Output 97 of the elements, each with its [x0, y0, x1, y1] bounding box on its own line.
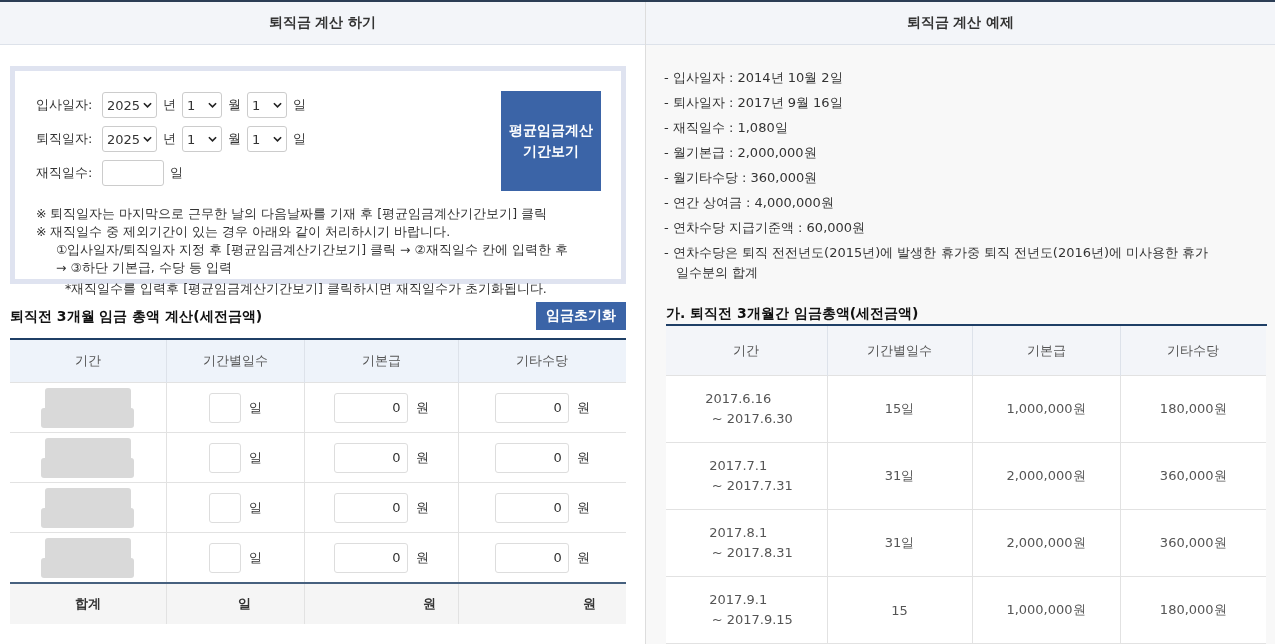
unit-label: 일 — [293, 130, 306, 148]
days-input[interactable] — [208, 442, 241, 473]
caret-icon — [208, 136, 217, 142]
days-input[interactable] — [208, 542, 241, 573]
unit-label: 원 — [415, 448, 429, 467]
unit-label: 일 — [248, 498, 262, 517]
period-text: 2017.6.16 — [705, 390, 772, 408]
year-select[interactable]: 2025 — [102, 126, 157, 152]
amount-input[interactable]: 0 — [494, 442, 569, 473]
column-header: 기간 — [666, 326, 827, 376]
unit-label: 원 — [415, 498, 429, 517]
caret-icon — [143, 102, 152, 108]
unit-label: 일 — [237, 596, 251, 611]
period-text: 2017.9.1 — [709, 591, 768, 609]
panel-title: 퇴직금 계산 하기 — [268, 14, 377, 32]
note-text: ①입사일자/퇴직일자 지정 후 [평균임금계산기간보기] 클릭 → ②재직일수 칸에 입력한 후 — [55, 241, 569, 259]
unit-label: 원 — [576, 398, 590, 417]
unit-label: 일 — [248, 548, 262, 567]
table-cell: 180,000원 — [1159, 401, 1227, 416]
unit-label: 월 — [228, 96, 241, 114]
field-label: 입사일자: — [36, 96, 94, 114]
unit-label: 년 — [163, 96, 176, 114]
amount-input[interactable]: 0 — [333, 442, 408, 473]
unit-label: 일 — [248, 398, 262, 417]
period-text: ~ 2017.8.31 — [711, 544, 793, 562]
example-item: - 재직일수 : 1,080일 — [664, 119, 789, 137]
table-cell: 180,000원 — [1159, 602, 1227, 617]
amount-input[interactable]: 0 — [333, 492, 408, 523]
unit-label: 원 — [422, 596, 436, 611]
column-header: 기타수당 — [1120, 326, 1266, 376]
example-item: - 연간 상여금 : 4,000,000원 — [664, 194, 835, 212]
unit-label: 원 — [583, 596, 596, 611]
column-header: 기본급 — [972, 326, 1120, 376]
unit-label: 원 — [576, 548, 590, 567]
days-input[interactable] — [208, 392, 241, 423]
reset-button[interactable]: 임금초기화 — [536, 302, 626, 330]
section-title: 퇴직전 3개월 임금 총액 계산(세전금액) — [10, 308, 263, 326]
caret-icon — [273, 102, 282, 108]
table-cell: 360,000원 — [1159, 468, 1227, 483]
unit-label: 원 — [576, 448, 590, 467]
field-label: 퇴직일자: — [36, 130, 94, 148]
example-item: - 월기타수당 : 360,000원 — [664, 169, 819, 187]
period-button[interactable]: 평균임금계산 기간보기 — [501, 91, 601, 191]
amount-input[interactable]: 0 — [333, 542, 408, 573]
example-item: - 퇴사일자 : 2017년 9월 16일 — [664, 94, 844, 112]
caret-icon — [273, 136, 282, 142]
caret-icon — [143, 136, 152, 142]
days-input[interactable] — [102, 160, 164, 186]
period-text: ~ 2017.9.15 — [711, 611, 793, 629]
unit-label: 원 — [415, 398, 429, 417]
unit-label: 원 — [415, 548, 429, 567]
column-header: 기본급 — [304, 339, 458, 383]
caret-icon — [208, 102, 217, 108]
unit-label: 년 — [163, 130, 176, 148]
month-select[interactable]: 1 — [182, 126, 222, 152]
table-cell: 1,000,000원 — [1006, 602, 1086, 617]
amount-input[interactable]: 0 — [494, 392, 569, 423]
period-text: ~ 2017.7.31 — [711, 477, 793, 495]
example-item: - 입사일자 : 2014년 10월 2일 — [664, 69, 844, 87]
column-header: 기간 — [10, 339, 166, 383]
column-header: 기타수당 — [458, 339, 626, 383]
column-header: 기간별일수 — [166, 339, 304, 383]
example-item: - 연차수당은 퇴직 전전년도(2015년)에 발생한 휴가중 퇴직 전년도(2016년)에 미사용한 휴가 일수분의 합계 — [664, 244, 1210, 282]
unit-label: 원 — [576, 498, 590, 517]
days-input[interactable] — [208, 492, 241, 523]
note-text: *재직일수를 입력후 [평균임금계산기간보기] 클릭하시면 재직일수가 초기화됩니다. — [64, 280, 548, 298]
month-select[interactable]: 1 — [182, 92, 222, 118]
note-text: ※ 퇴직일자는 마지막으로 근무한 날의 다음날짜를 기재 후 [평균임금계산기간보기] 클릭 — [36, 205, 548, 223]
column-header: 기간별일수 — [827, 326, 972, 376]
amount-input[interactable]: 0 — [494, 492, 569, 523]
unit-label: 일 — [170, 164, 183, 182]
amount-input[interactable]: 0 — [494, 542, 569, 573]
day-select[interactable]: 1 — [247, 126, 287, 152]
total-label: 합계 — [74, 596, 101, 611]
note-text: → ③하단 기본급, 수당 등 입력 — [55, 259, 233, 277]
table-cell: 15 — [891, 602, 908, 618]
unit-label: 일 — [248, 448, 262, 467]
example-item: - 월기본급 : 2,000,000원 — [664, 144, 818, 162]
table-cell: 15일 — [884, 401, 915, 416]
period-text: 2017.8.1 — [709, 524, 768, 542]
day-select[interactable]: 1 — [247, 92, 287, 118]
table-cell: 2,000,000원 — [1006, 535, 1086, 550]
period-text: 2017.7.1 — [709, 457, 768, 475]
panel-title: 퇴직금 계산 예제 — [906, 14, 1015, 32]
unit-label: 월 — [228, 130, 241, 148]
table-cell: 31일 — [884, 535, 915, 550]
table-cell: 2,000,000원 — [1006, 468, 1086, 483]
unit-label: 일 — [293, 96, 306, 114]
period-text: ~ 2017.6.30 — [711, 410, 793, 428]
amount-input[interactable]: 0 — [333, 392, 408, 423]
table-cell: 1,000,000원 — [1006, 401, 1086, 416]
field-label: 재직일수: — [36, 164, 94, 182]
year-select[interactable]: 2025 — [102, 92, 157, 118]
table-cell: 360,000원 — [1159, 535, 1227, 550]
table-cell: 31일 — [884, 468, 915, 483]
note-text: ※ 재직일수 중 제외기간이 있는 경우 아래와 같이 처리하시기 바랍니다. — [36, 223, 452, 241]
example-item: - 연차수당 지급기준액 : 60,000원 — [664, 219, 867, 237]
